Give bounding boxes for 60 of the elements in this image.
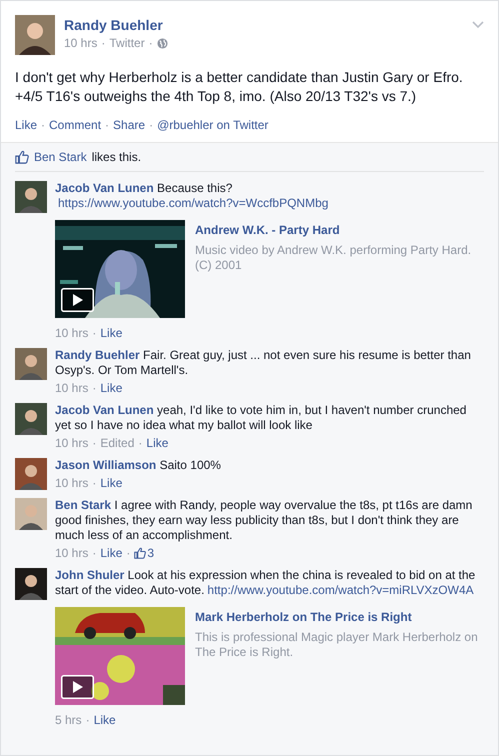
separator-dot: · [92, 475, 96, 491]
commenter-name[interactable]: Jacob Van Lunen [55, 181, 154, 195]
video-description: Music video by Andrew W.K. performing Party Hard. (C) 2001 [195, 243, 472, 273]
thumbs-up-icon [15, 150, 29, 164]
liker-name[interactable]: Ben Stark [34, 150, 87, 164]
comment-text: Jason Williamson Saito 100% [55, 458, 222, 473]
source-label: Twitter [109, 36, 145, 50]
avatar[interactable] [15, 15, 55, 55]
separator-dot: · [92, 325, 96, 341]
avatar[interactable] [15, 181, 47, 213]
likes-text: likes this. [92, 150, 142, 164]
avatar[interactable] [15, 403, 47, 435]
avatar[interactable] [15, 458, 47, 490]
separator-dot: · [92, 435, 96, 451]
separator-dot: · [101, 36, 106, 50]
separator-dot: · [148, 36, 153, 50]
like-link[interactable]: Like [100, 380, 122, 396]
separator-dot: · [41, 118, 46, 132]
globe-icon [156, 38, 168, 48]
comment-text: Randy Buehler Fair. Great guy, just ... not even sure his resume is better than Osyp's. Or Tom Martell's. [55, 348, 472, 378]
author-name[interactable]: Randy Buehler [64, 17, 463, 33]
action-link[interactable]: Like [15, 118, 38, 132]
comment-text: Ben Stark I agree with Randy, people way overvalue the t8s, pt t16s are damn good finishes, they earn way less publicity than t8s, but I don't think they are much less of an accomplishment. [55, 498, 474, 543]
separator-dot: · [149, 118, 154, 132]
url-link[interactable]: https://www.youtube.com/watch?v=WccfbPQNMbg [58, 196, 328, 210]
action-link[interactable]: Comment [49, 118, 102, 132]
thumbs-up-icon [134, 547, 146, 559]
commenter-name[interactable]: Jacob Van Lunen [55, 403, 154, 417]
separator-dot: · [105, 118, 110, 132]
like-link[interactable]: Like [146, 435, 168, 451]
commenter-name[interactable]: John Shuler [55, 568, 124, 582]
url-link[interactable]: http://www.youtube.com/watch?v=miRLVXzOW4A [207, 583, 474, 597]
like-link[interactable]: Like [100, 475, 122, 491]
commenter-name[interactable]: Ben Stark [55, 498, 112, 512]
separator-dot: · [138, 435, 142, 451]
play-button-icon[interactable] [61, 288, 94, 312]
comment-text: Jacob Van Lunen Because this? https://www.youtube.com/watch?v=WccfbPQNMbg [55, 181, 330, 211]
separator-dot: · [92, 380, 96, 396]
avatar[interactable] [15, 568, 47, 600]
like-link[interactable]: Like [94, 712, 116, 728]
video-title[interactable]: Mark Herberholz on The Price is Right [195, 610, 484, 624]
edited-label: Edited [100, 435, 134, 451]
like-count[interactable]: 3 [147, 545, 154, 561]
video-description: This is professional Magic player Mark Herberholz on The Price is Right. [195, 630, 479, 660]
action-link[interactable]: Share [113, 118, 146, 132]
post-text: I don't get why Herberholz is a better candidate than Justin Gary or Efro. +4/5 T16's outweighs the 4th Top 8, imo. (Also 20/13 T32's vs 7.) [15, 68, 464, 106]
play-button-icon[interactable] [61, 675, 94, 699]
avatar[interactable] [15, 348, 47, 380]
like-link[interactable]: Like [100, 545, 122, 561]
separator-dot: · [126, 545, 130, 561]
comment-text: Jacob Van Lunen yeah, I'd like to vote him in, but I haven't number crunched yet so I have no idea what my ballot will look like [55, 403, 468, 433]
avatar[interactable] [15, 498, 47, 530]
separator-dot: · [92, 545, 96, 561]
separator-dot: · [86, 712, 90, 728]
video-title[interactable]: Andrew W.K. - Party Hard [195, 223, 484, 237]
like-link[interactable]: Like [100, 325, 122, 341]
comment-text: John Shuler Look at his expression when the china is revealed to bid on at the start of the video. Auto-vote. http://www.youtube.com/watch?v=miRLVXzOW4A [55, 568, 476, 598]
commenter-name[interactable]: Randy Buehler [55, 348, 140, 362]
commenter-name[interactable]: Jason Williamson [55, 458, 156, 472]
action-link[interactable]: @rbuehler on Twitter [157, 118, 268, 132]
